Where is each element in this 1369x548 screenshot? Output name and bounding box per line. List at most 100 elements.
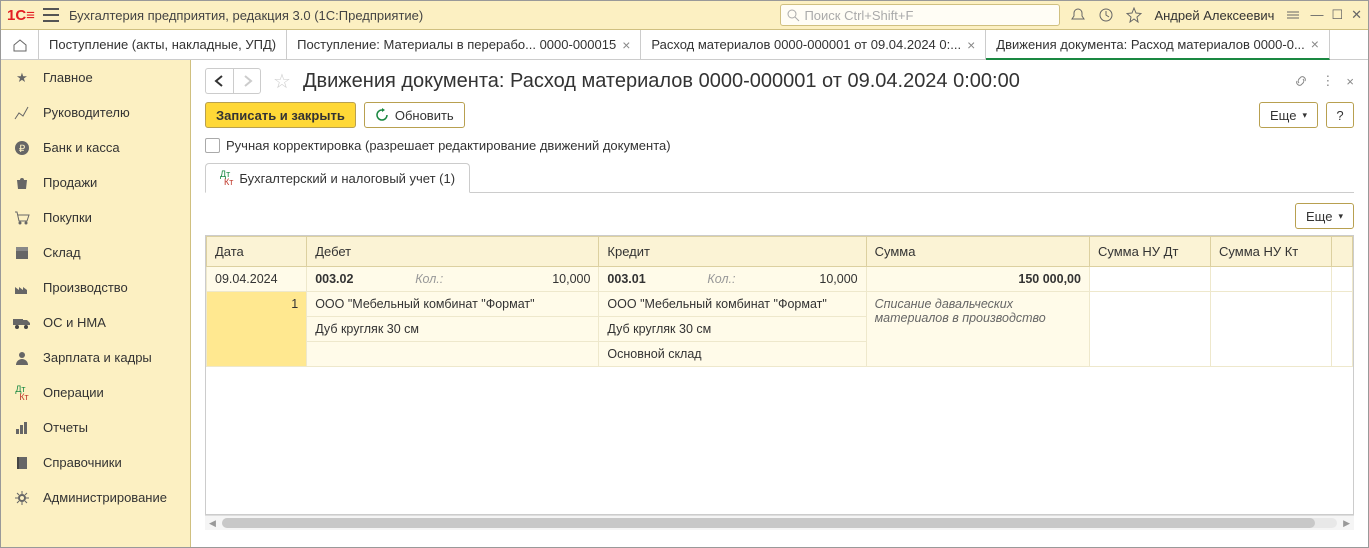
- back-button[interactable]: [205, 68, 233, 94]
- search-icon: [787, 9, 800, 22]
- box-icon: [13, 246, 31, 260]
- cell-nud: [1089, 267, 1210, 292]
- tab-label: Движения документа: Расход материалов 00…: [996, 37, 1305, 52]
- kebab-icon[interactable]: ⋮: [1321, 73, 1334, 89]
- history-icon[interactable]: [1098, 7, 1114, 23]
- sidebar-item-manager[interactable]: Руководителю: [1, 95, 190, 130]
- cell-date: 09.04.2024: [207, 267, 307, 292]
- sidebar-item-operations[interactable]: ДтКтОперации: [1, 375, 190, 410]
- close-button[interactable]: ✕: [1351, 7, 1362, 23]
- page-title: Движения документа: Расход материалов 00…: [303, 70, 1285, 93]
- sidebar-item-purchases[interactable]: Покупки: [1, 200, 190, 235]
- bars-icon: [13, 421, 31, 435]
- cell-credit-item: Дуб кругляк 30 см: [599, 317, 866, 342]
- cell-sum: 150 000,00: [866, 267, 1089, 292]
- scroll-left-icon[interactable]: ◀: [209, 518, 216, 529]
- minimize-button[interactable]: —: [1310, 7, 1323, 23]
- tab-label: Поступление (акты, накладные, УПД): [49, 37, 276, 52]
- bell-icon[interactable]: [1070, 7, 1086, 23]
- tab-expense[interactable]: Расход материалов 0000-000001 от 09.04.2…: [641, 30, 986, 59]
- link-icon[interactable]: [1293, 73, 1309, 89]
- scroll-right-icon[interactable]: ▶: [1343, 518, 1350, 529]
- sidebar-item-admin[interactable]: Администрирование: [1, 480, 190, 515]
- star-icon: ★: [13, 70, 31, 86]
- sidebar-item-main[interactable]: ★Главное: [1, 60, 190, 95]
- cell-debit-org: ООО "Мебельный комбинат "Формат": [307, 292, 599, 317]
- sidebar-item-reports[interactable]: Отчеты: [1, 410, 190, 445]
- tabs-row: Поступление (акты, накладные, УПД) Посту…: [1, 30, 1368, 60]
- tab-label: Расход материалов 0000-000001 от 09.04.2…: [651, 37, 961, 52]
- ruble-icon: ₽: [13, 140, 31, 156]
- cell-debit-item: Дуб кругляк 30 см: [307, 317, 599, 342]
- tab-movements[interactable]: Движения документа: Расход материалов 00…: [986, 30, 1330, 60]
- sidebar-item-bank[interactable]: ₽Банк и касса: [1, 130, 190, 165]
- panel-close-icon[interactable]: ×: [1346, 74, 1354, 89]
- accounting-tab[interactable]: ДтКт Бухгалтерский и налоговый учет (1): [205, 163, 470, 193]
- tab-pending[interactable]: Поступление (акты, накладные, УПД): [39, 30, 287, 59]
- person-icon: [13, 351, 31, 365]
- manual-edit-checkbox[interactable]: [205, 138, 220, 153]
- sidebar-item-salary[interactable]: Зарплата и кадры: [1, 340, 190, 375]
- truck-icon: [13, 317, 31, 329]
- home-tab[interactable]: [1, 30, 39, 59]
- search-input[interactable]: Поиск Ctrl+Shift+F: [780, 4, 1060, 26]
- table-row[interactable]: 09.04.2024 003.02 Кол.: 10,000 003.01: [207, 267, 1353, 292]
- logo: 1C≡: [7, 7, 35, 24]
- content-area: ☆ Движения документа: Расход материалов …: [191, 60, 1368, 547]
- cell-nuk: [1211, 267, 1332, 292]
- dtkt-icon: ДтКт: [220, 170, 233, 186]
- cell-credit-acc: 003.01 Кол.: 10,000: [599, 267, 866, 292]
- col-nuk[interactable]: Сумма НУ Кт: [1211, 237, 1332, 267]
- sidebar-item-production[interactable]: Производство: [1, 270, 190, 305]
- col-date[interactable]: Дата: [207, 237, 307, 267]
- favorite-star-icon[interactable]: ☆: [273, 69, 291, 94]
- col-sum[interactable]: Сумма: [866, 237, 1089, 267]
- manual-edit-label: Ручная корректировка (разрешает редактир…: [226, 138, 671, 153]
- sidebar: ★Главное Руководителю ₽Банк и касса Прод…: [1, 60, 191, 547]
- tab-label: Поступление: Материалы в перерабо... 000…: [297, 37, 616, 52]
- maximize-button[interactable]: ☐: [1331, 7, 1343, 23]
- top-bar: 1C≡ Бухгалтерия предприятия, редакция 3.…: [1, 1, 1368, 30]
- table-row[interactable]: 1 ООО "Мебельный комбинат "Формат" ООО "…: [207, 292, 1353, 317]
- col-nud[interactable]: Сумма НУ Дт: [1089, 237, 1210, 267]
- hamburger-icon[interactable]: [43, 8, 59, 22]
- tab-close-icon[interactable]: ×: [622, 37, 630, 53]
- cell-credit-org: ООО "Мебельный комбинат "Формат": [599, 292, 866, 317]
- gear-icon: [13, 491, 31, 505]
- menu-settings-icon[interactable]: [1286, 8, 1300, 22]
- sidebar-item-catalogs[interactable]: Справочники: [1, 445, 190, 480]
- refresh-button[interactable]: Обновить: [364, 102, 465, 128]
- sidebar-item-warehouse[interactable]: Склад: [1, 235, 190, 270]
- svg-text:₽: ₽: [19, 144, 26, 155]
- book-icon: [13, 456, 31, 470]
- refresh-icon: [375, 108, 389, 122]
- help-button[interactable]: ?: [1326, 102, 1354, 128]
- dtkt-icon: ДтКт: [13, 385, 31, 401]
- col-credit[interactable]: Кредит: [599, 237, 866, 267]
- col-debit[interactable]: Дебет: [307, 237, 599, 267]
- factory-icon: [13, 281, 31, 295]
- col-spacer: [1332, 237, 1353, 267]
- tab-receipt[interactable]: Поступление: Материалы в перерабо... 000…: [287, 30, 641, 59]
- bag-icon: [13, 176, 31, 190]
- star-icon[interactable]: [1126, 7, 1142, 23]
- chevron-down-icon: ▾: [1338, 211, 1343, 222]
- cell-desc: Списание давальческих материалов в произ…: [866, 292, 1089, 367]
- tab-close-icon[interactable]: ×: [967, 37, 975, 53]
- forward-button[interactable]: [233, 68, 261, 94]
- cart-icon: [13, 211, 31, 225]
- more-button[interactable]: Еще▾: [1259, 102, 1318, 128]
- movements-table: Дата Дебет Кредит Сумма Сумма НУ Дт Сумм…: [205, 235, 1354, 515]
- cell-credit-wh: Основной склад: [599, 342, 866, 367]
- more-button-table[interactable]: Еще▾: [1295, 203, 1354, 229]
- user-name[interactable]: Андрей Алексеевич: [1154, 8, 1274, 23]
- chevron-down-icon: ▾: [1302, 110, 1307, 121]
- chart-icon: [13, 106, 31, 120]
- sidebar-item-sales[interactable]: Продажи: [1, 165, 190, 200]
- horizontal-scrollbar[interactable]: ◀ ▶: [205, 515, 1354, 530]
- cell-rownum: 1: [207, 292, 307, 367]
- tab-close-icon[interactable]: ×: [1311, 36, 1319, 52]
- save-close-button[interactable]: Записать и закрыть: [205, 102, 356, 128]
- sidebar-item-assets[interactable]: ОС и НМА: [1, 305, 190, 340]
- app-title: Бухгалтерия предприятия, редакция 3.0 (1…: [69, 8, 423, 23]
